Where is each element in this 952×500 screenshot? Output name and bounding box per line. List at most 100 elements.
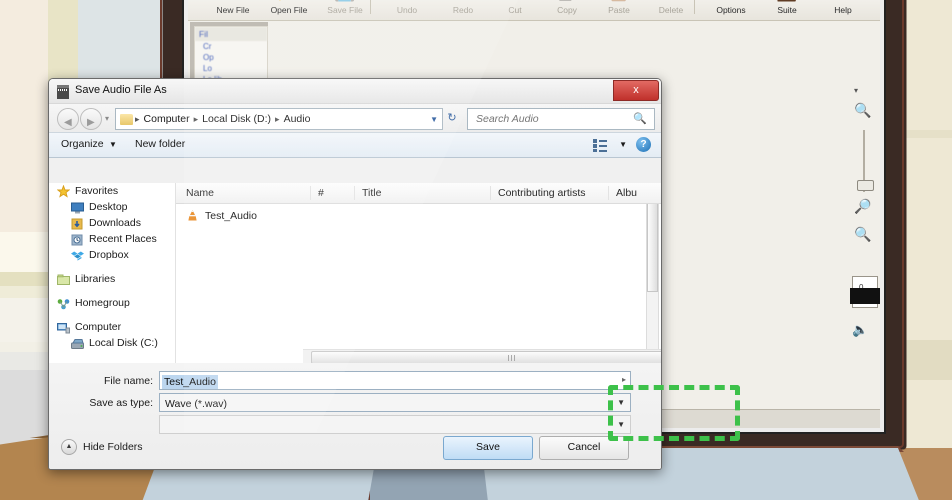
breadcrumb-audio[interactable]: Audio xyxy=(282,113,313,125)
cancel-button[interactable]: Cancel xyxy=(539,436,629,460)
refresh-button[interactable]: ↻ xyxy=(441,108,463,128)
toolbar-options-button[interactable]: ⚙Options xyxy=(704,0,758,15)
toolbar-label: Delete xyxy=(658,5,684,15)
column-header-contributing-artists[interactable]: Contributing artists xyxy=(498,187,586,199)
forward-button[interactable]: ▶ xyxy=(80,108,102,130)
column-header-name[interactable]: Name xyxy=(186,187,214,199)
zoom-out-icon[interactable]: 🔎 xyxy=(854,198,871,215)
search-input[interactable] xyxy=(474,112,628,126)
file-name-expand-icon[interactable]: ▸ xyxy=(622,375,626,384)
column-divider[interactable] xyxy=(310,186,311,200)
toolbar-open-file-button[interactable]: 📂Open File xyxy=(262,0,316,15)
feature-group-header: Fil xyxy=(195,27,267,41)
save-as-type-select[interactable]: Wave (*.wav) ▼ xyxy=(159,393,631,412)
nav-item-label: Dropbox xyxy=(89,249,129,261)
clipboard-icon: 📋 xyxy=(592,0,646,4)
feature-item[interactable]: Cr xyxy=(195,41,267,52)
open-folder-icon: 📂 xyxy=(262,0,316,4)
breadcrumb-dropdown-icon[interactable]: ▼ xyxy=(430,115,438,124)
nav-item-favorites[interactable]: Favorites xyxy=(49,183,175,199)
feature-group: FilCrOpLoLo lib xyxy=(194,26,268,86)
toolbar-label: Paste xyxy=(608,5,630,15)
copy-icon: 🗐 xyxy=(540,0,594,4)
organize-button[interactable]: Organize xyxy=(61,138,104,150)
nav-item-recent-places[interactable]: Recent Places xyxy=(49,231,175,247)
secondary-select[interactable]: ▼ xyxy=(159,415,631,434)
forward-arrow-icon: ▶ xyxy=(87,117,95,128)
file-list-item[interactable]: Test_Audio xyxy=(186,209,257,222)
speaker-icon[interactable]: 🔈 xyxy=(852,322,868,338)
file-name-input[interactable]: Test_Audio ▸ xyxy=(159,371,631,390)
toolbar-help-button[interactable]: ?Help xyxy=(816,0,870,15)
hide-folders-button[interactable]: ▲ Hide Folders xyxy=(61,439,143,455)
downloads-icon xyxy=(71,217,84,230)
nav-item-desktop[interactable]: Desktop xyxy=(49,199,175,215)
organize-caret-icon[interactable]: ▼ xyxy=(109,140,117,149)
column-divider[interactable] xyxy=(608,186,609,200)
zoom-slider-thumb[interactable] xyxy=(857,180,874,191)
toolbar-label: Save File xyxy=(327,5,363,15)
back-button[interactable]: ◀ xyxy=(57,108,79,130)
scissors-icon: ✂ xyxy=(488,0,542,4)
feature-item[interactable]: Lo xyxy=(195,63,267,74)
gear-icon: ⚙ xyxy=(704,0,758,4)
toolbar-copy-button: 🗐Copy xyxy=(540,0,594,15)
dropbox-icon xyxy=(71,249,84,261)
dialog-form-area: File name: Test_Audio ▸ Save as type: Wa… xyxy=(49,363,661,469)
nav-item-label: Computer xyxy=(75,321,122,333)
save-button[interactable]: Save xyxy=(443,436,533,460)
column-header-[interactable]: # xyxy=(318,187,324,199)
zoom-controls[interactable]: ▾ 🔍 🔎 🔍 0 🔈 xyxy=(850,86,880,356)
nav-item-computer[interactable]: Computer xyxy=(49,319,175,335)
breadcrumb-computer[interactable]: Computer xyxy=(142,113,192,125)
toolbar-suite-button[interactable]: 💼Suite xyxy=(760,0,814,15)
redo-arrow-icon: ↷ xyxy=(436,0,490,4)
toolbar-paste-button: 📋Paste xyxy=(592,0,646,15)
new-folder-button[interactable]: New folder xyxy=(135,138,185,150)
star-icon xyxy=(56,184,71,198)
toolbar-label: Cut xyxy=(508,5,522,15)
nav-item-label: Local Disk (C:) xyxy=(89,337,158,349)
help-circle-icon[interactable]: ? xyxy=(636,137,651,152)
view-dropdown-icon[interactable]: ▼ xyxy=(619,140,627,149)
toolbar-new-file-button[interactable]: ⬅New File xyxy=(206,0,260,15)
column-divider[interactable] xyxy=(354,186,355,200)
desktop-icon xyxy=(71,201,84,214)
zoom-in-icon[interactable]: 🔍 xyxy=(854,102,871,119)
breadcrumb-local-disk[interactable]: Local Disk (D:) xyxy=(200,113,273,125)
back-arrow-icon: ◀ xyxy=(64,117,72,128)
column-divider[interactable] xyxy=(490,186,491,200)
address-breadcrumb-bar[interactable]: ▸ Computer ▸ Local Disk (D:) ▸ Audio ▼ xyxy=(115,108,443,130)
nav-item-libraries[interactable]: Libraries xyxy=(49,271,175,287)
horizontal-scrollbar[interactable]: ▶ xyxy=(303,349,661,364)
nav-item-label: Recent Places xyxy=(89,233,157,245)
toolbar-label: Copy xyxy=(557,5,577,15)
toolbar-label: Help xyxy=(834,5,852,15)
chevron-down-icon[interactable]: ▼ xyxy=(617,398,625,407)
feature-item[interactable]: Op xyxy=(195,52,267,63)
list-view-icon[interactable] xyxy=(593,138,607,152)
dialog-title: Save Audio File As xyxy=(75,84,167,96)
homegroup-icon xyxy=(57,297,70,310)
save-as-type-label-text: Save as type: xyxy=(89,397,153,409)
column-header-albu[interactable]: Albu xyxy=(616,187,637,199)
folder-icon xyxy=(120,113,133,125)
breadcrumb-separator: ▸ xyxy=(275,113,280,124)
file-name-value: Test_Audio xyxy=(162,375,218,389)
nav-item-downloads[interactable]: Downloads xyxy=(49,215,175,231)
toolbar-undo-button: ↶Undo xyxy=(380,0,434,15)
dialog-close-button[interactable]: x xyxy=(613,80,659,101)
nav-item-local-disk-c[interactable]: Local Disk (C:) xyxy=(49,335,175,351)
nav-item-label: Favorites xyxy=(75,185,119,197)
toolbar-redo-button: ↷Redo xyxy=(436,0,490,15)
chevron-down-icon[interactable]: ▼ xyxy=(617,420,625,429)
nav-item-homegroup[interactable]: Homegroup xyxy=(49,295,175,311)
zoom-selection-icon[interactable]: 🔍 xyxy=(854,226,871,243)
nav-item-dropbox[interactable]: Dropbox xyxy=(49,247,175,263)
search-box[interactable]: 🔍 xyxy=(467,108,655,130)
column-headers: Name # Title Contributing artists Albu xyxy=(176,183,661,204)
illustration-canvas: – □ × FileEditEffectsControlToolsBookmar… xyxy=(0,0,952,500)
column-header-title[interactable]: Title xyxy=(362,187,381,199)
recent-locations-icon[interactable]: ▾ xyxy=(105,114,109,123)
close-x-icon: ✕ xyxy=(644,0,698,4)
